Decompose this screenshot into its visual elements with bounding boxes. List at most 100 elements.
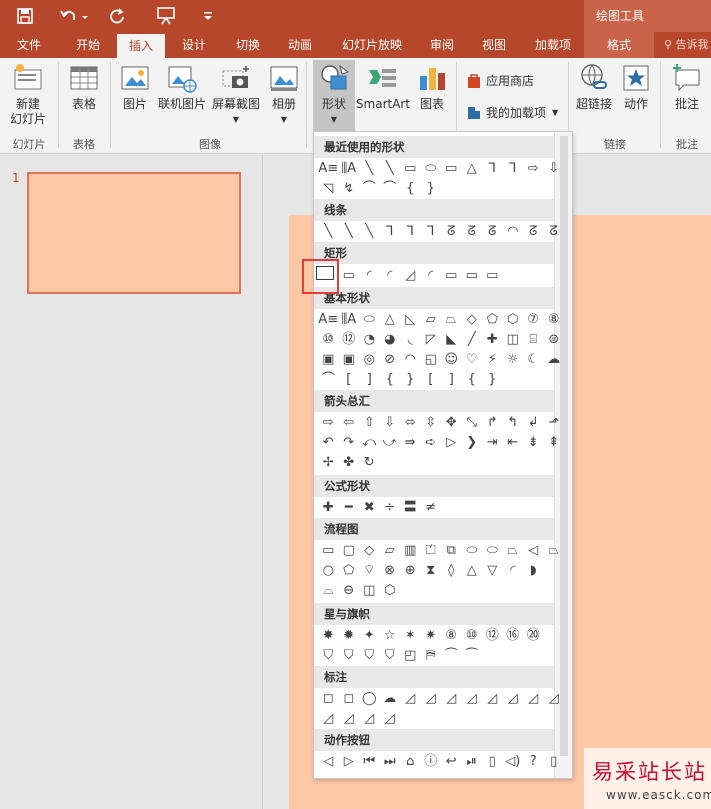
shape-item-flowchart[interactable]: ⏢ xyxy=(544,541,565,559)
shape-item-recent[interactable]: ⬭ xyxy=(421,159,442,177)
shape-item-callouts[interactable]: ◿ xyxy=(544,689,565,707)
shape-item-arrows[interactable]: ⤡ xyxy=(462,413,483,431)
shape-item-recent[interactable]: ⫼A xyxy=(339,159,360,177)
shape-item-rectangles[interactable]: ▭ xyxy=(441,266,462,284)
tab-slideshow[interactable]: 幻灯片放映 xyxy=(332,32,412,58)
shape-item-arrows[interactable]: ⤻ xyxy=(380,433,401,451)
shape-item-recent[interactable]: ▭ xyxy=(441,159,462,177)
save-icon[interactable] xyxy=(14,5,36,27)
shape-item-flowchart[interactable]: ⬭ xyxy=(482,541,503,559)
tab-review[interactable]: 审阅 xyxy=(418,32,466,58)
picture-button[interactable]: 图片 xyxy=(116,62,154,112)
shape-item-basic[interactable]: ▣ xyxy=(339,350,360,368)
chart-button[interactable]: 图表 xyxy=(414,62,450,112)
tab-format[interactable]: 格式 xyxy=(584,32,654,58)
shape-item-basic[interactable]: ☼ xyxy=(503,350,524,368)
shape-item-lines[interactable]: ╲ xyxy=(359,222,380,240)
shape-item-stars[interactable]: ✦ xyxy=(359,626,380,644)
shape-item-flowchart[interactable]: ⏍ xyxy=(421,541,442,559)
shape-item-rectangles[interactable]: ◿ xyxy=(400,266,421,284)
shape-item-basic[interactable]: ⑧ xyxy=(544,310,565,328)
shape-item-recent[interactable]: } xyxy=(421,179,442,197)
shape-item-basic[interactable]: { xyxy=(380,370,401,388)
shape-item-basic[interactable]: } xyxy=(400,370,421,388)
undo-icon[interactable] xyxy=(58,5,90,27)
action-button[interactable]: 动作 xyxy=(618,62,654,112)
shape-item-flowchart[interactable]: ▢ xyxy=(339,541,360,559)
shape-item-basic[interactable]: } xyxy=(482,370,503,388)
shape-item-action-buttons[interactable]: ↩ xyxy=(441,752,462,770)
shape-item-stars[interactable]: ✷ xyxy=(421,626,442,644)
shape-item-recent[interactable]: ╲ xyxy=(359,159,380,177)
tab-transitions[interactable]: 切换 xyxy=(224,32,272,58)
shape-item-basic[interactable]: ☁ xyxy=(544,350,565,368)
shape-item-rectangles[interactable]: ▭ xyxy=(462,266,483,284)
shape-item-flowchart[interactable]: ▥ xyxy=(400,541,421,559)
shape-item-callouts[interactable]: ◿ xyxy=(359,709,380,727)
shape-item-basic[interactable]: ⑫ xyxy=(339,330,360,348)
comment-button[interactable]: 批注 xyxy=(668,62,706,112)
shape-item-flowchart[interactable]: ▽ xyxy=(482,561,503,579)
shape-item-basic[interactable]: ◣ xyxy=(441,330,462,348)
shape-item-stars[interactable]: ⛉ xyxy=(380,646,401,664)
shape-item-equation[interactable]: ━ xyxy=(339,498,360,516)
shape-item-flowchart[interactable]: ⊗ xyxy=(380,561,401,579)
shape-item-arrows[interactable]: ⇞ xyxy=(544,433,565,451)
new-slide-button[interactable]: 新建 幻灯片 xyxy=(4,62,52,127)
shape-item-stars[interactable]: ⑳ xyxy=(523,626,544,644)
shape-item-basic[interactable]: ⊜ xyxy=(544,330,565,348)
shape-item-equation[interactable]: ÷ xyxy=(380,498,401,516)
shape-item-basic[interactable]: ◺ xyxy=(400,310,421,328)
shape-item-rectangles[interactable]: ◜ xyxy=(359,266,380,284)
shape-item-arrows[interactable]: ✤ xyxy=(339,453,360,471)
shape-item-action-buttons[interactable]: ⓘ xyxy=(421,752,442,770)
shape-item-arrows[interactable]: ⤺ xyxy=(359,433,380,451)
shape-item-basic[interactable]: [ xyxy=(339,370,360,388)
shape-item-flowchart[interactable]: ⌔ xyxy=(359,561,380,579)
shape-item-arrows[interactable]: ✥ xyxy=(441,413,462,431)
customize-qat-icon[interactable] xyxy=(200,5,216,27)
shape-item-lines[interactable]: ⅂ xyxy=(421,222,442,240)
shape-item-lines[interactable]: ᘔ xyxy=(482,222,503,240)
shape-item-basic[interactable]: ⏢ xyxy=(441,310,462,328)
shape-item-stars[interactable]: ◰ xyxy=(400,646,421,664)
shape-item-basic[interactable]: ⬭ xyxy=(359,310,380,328)
shape-item-basic[interactable]: ◫ xyxy=(503,330,524,348)
shape-item-callouts[interactable]: ◻ xyxy=(318,689,339,707)
shape-item-basic[interactable]: ⬠ xyxy=(482,310,503,328)
shapes-button[interactable]: 形状 ▼ xyxy=(313,62,355,127)
shape-item-stars[interactable]: ⏜ xyxy=(462,646,483,664)
shape-item-callouts[interactable]: ◿ xyxy=(339,709,360,727)
tell-me-box[interactable]: ⚲ 告诉我 xyxy=(664,32,709,58)
shape-item-arrows[interactable]: ↰ xyxy=(503,413,524,431)
shape-item-stars[interactable]: ⏜ xyxy=(441,646,462,664)
screenshot-button[interactable]: 屏幕截图 ▼ xyxy=(208,62,264,127)
shape-item-recent[interactable]: A≡ xyxy=(318,159,339,177)
shape-item-action-buttons[interactable]: ▯ xyxy=(544,752,565,770)
shape-item-flowchart[interactable]: ◁ xyxy=(523,541,544,559)
store-button[interactable]: 应用商店 xyxy=(466,72,534,89)
shape-item-flowchart[interactable]: ◜ xyxy=(503,561,524,579)
shape-item-basic[interactable]: ♡ xyxy=(462,350,483,368)
shape-item-lines[interactable]: ⅂ xyxy=(400,222,421,240)
shape-item-lines[interactable]: ᘔ xyxy=(544,222,565,240)
table-button[interactable]: 表格 xyxy=(64,62,104,112)
shape-item-stars[interactable]: ☆ xyxy=(380,626,401,644)
shape-item-recent[interactable]: { xyxy=(400,179,421,197)
shape-item-arrows[interactable]: ↶ xyxy=(318,433,339,451)
shape-item-arrows[interactable]: ⇩ xyxy=(380,413,401,431)
shape-item-arrows[interactable]: ↲ xyxy=(523,413,544,431)
shape-item-basic[interactable]: ⑦ xyxy=(523,310,544,328)
shape-item-basic[interactable]: ◱ xyxy=(421,350,442,368)
shape-item-callouts[interactable]: ◿ xyxy=(421,689,442,707)
shape-item-lines[interactable]: ᘔ xyxy=(441,222,462,240)
shape-item-flowchart[interactable]: ◇ xyxy=(359,541,380,559)
present-from-start-icon[interactable] xyxy=(154,5,178,27)
shape-item-stars[interactable]: ✶ xyxy=(400,626,421,644)
shape-item-recent[interactable]: ⅂ xyxy=(482,159,503,177)
shape-item-arrows[interactable]: ↱ xyxy=(482,413,503,431)
shape-item-lines[interactable]: ᘔ xyxy=(523,222,544,240)
shape-item-basic[interactable]: ⚡ xyxy=(482,350,503,368)
shape-item-callouts[interactable]: ◯ xyxy=(359,689,380,707)
shape-item-lines[interactable]: ⅂ xyxy=(380,222,401,240)
